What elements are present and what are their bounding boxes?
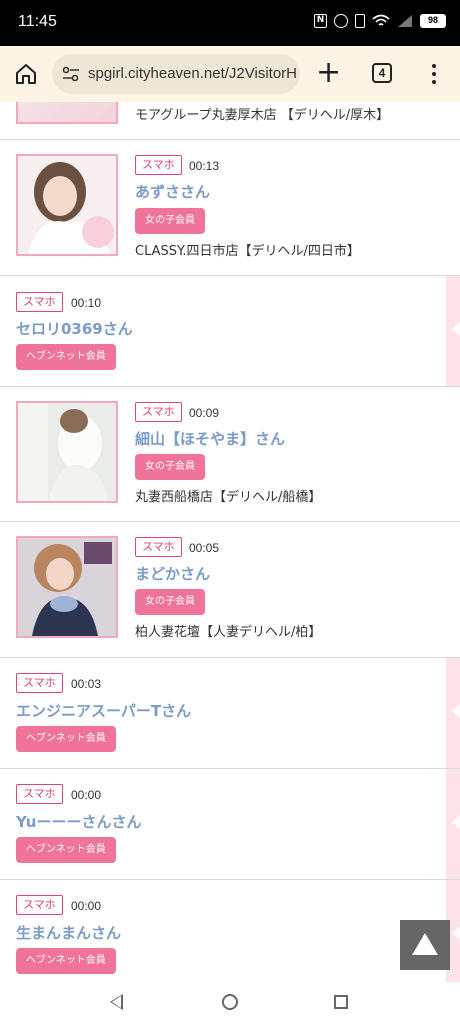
device-tag: スマホ — [135, 537, 182, 557]
shop-name[interactable]: CLASSY.四日市店【デリヘル/四日市】 — [135, 240, 360, 259]
arrow-up-icon — [412, 933, 438, 955]
device-tag: スマホ — [16, 673, 63, 693]
list-item[interactable]: スマホ 00:00 生まんまんさん ヘブンネット会員 — [0, 880, 460, 982]
recent-apps-icon[interactable] — [334, 995, 348, 1009]
member-badge: 女の子会員 — [135, 208, 205, 234]
alarm-icon — [334, 14, 348, 28]
member-badge: ヘブンネット会員 — [16, 948, 116, 974]
visitor-name[interactable]: 細山【ほそやま】さん — [135, 428, 285, 449]
vibrate-icon — [355, 14, 365, 28]
shop-name[interactable]: モアグループ丸妻厚木店 【デリヘル/厚木】 — [135, 104, 389, 123]
visitor-name[interactable]: 生まんまんさん — [16, 922, 121, 943]
more-vert-icon[interactable] — [424, 62, 444, 86]
list-item[interactable]: スマホ 00:00 Yuーーーさんさん ヘブンネット会員 — [0, 769, 460, 880]
list-item[interactable]: スマホ 00:13 あずささん 女の子会員 CLASSY.四日市店【デリヘル/四… — [0, 140, 460, 276]
shop-name[interactable]: 柏人妻花壇【人妻デリヘル/柏】 — [135, 621, 321, 640]
address-bar[interactable]: spgirl.cityheaven.net/J2VisitorH — [52, 54, 300, 94]
visit-time: 00:10 — [71, 296, 102, 310]
browser-toolbar: spgirl.cityheaven.net/J2VisitorH + 4 — [0, 46, 460, 102]
visitor-name[interactable]: あずささん — [135, 181, 210, 202]
member-badge: 女の子会員 — [135, 589, 205, 615]
thumbnail[interactable] — [16, 102, 118, 124]
visitor-name[interactable]: エンジニアスーパーTさん — [16, 700, 191, 721]
thumbnail[interactable] — [16, 401, 118, 503]
device-tag: スマホ — [16, 895, 63, 915]
device-tag: スマホ — [135, 402, 182, 422]
status-time: 11:45 — [18, 13, 57, 30]
url-text[interactable]: spgirl.cityheaven.net/J2VisitorH — [88, 65, 297, 82]
battery-icon: 98 — [420, 14, 446, 28]
list-item[interactable]: スマホ 00:10 セロリ0369さん ヘブンネット会員 — [0, 276, 460, 387]
scroll-top-button[interactable] — [400, 920, 450, 970]
visit-time: 00:13 — [189, 159, 220, 173]
member-badge: ヘブンネット会員 — [16, 344, 116, 370]
visitor-name[interactable]: Yuーーーさんさん — [16, 811, 141, 832]
wifi-icon — [372, 14, 390, 26]
list-item[interactable]: スマホ 00:03 エンジニアスーパーTさん ヘブンネット会員 — [0, 658, 460, 769]
thumbnail[interactable] — [16, 536, 118, 638]
visitor-name[interactable]: セロリ0369さん — [16, 318, 133, 339]
plus-icon[interactable]: + — [316, 58, 341, 88]
list-item[interactable]: モアグループ丸妻厚木店 【デリヘル/厚木】 — [0, 102, 460, 140]
device-tag: スマホ — [135, 155, 182, 175]
back-icon[interactable] — [110, 994, 123, 1010]
system-nav-bar — [0, 982, 460, 1024]
visitor-name[interactable]: まどかさん — [135, 563, 210, 584]
visit-time: 00:09 — [189, 406, 220, 420]
tune-icon[interactable] — [62, 66, 80, 82]
status-icons: N 98 — [314, 14, 446, 28]
shop-name[interactable]: 丸妻西船橋店【デリヘル/船橋】 — [135, 486, 321, 505]
visit-time: 00:05 — [189, 541, 220, 555]
member-badge: 女の子会員 — [135, 454, 205, 480]
home-icon[interactable] — [14, 62, 38, 86]
visitor-list: モアグループ丸妻厚木店 【デリヘル/厚木】 スマホ 00:13 あずささん 女の… — [0, 102, 460, 982]
nfc-icon: N — [314, 14, 327, 28]
visit-time: 00:00 — [71, 899, 102, 913]
member-badge: ヘブンネット会員 — [16, 837, 116, 863]
signal-icon — [398, 15, 412, 27]
visit-time: 00:00 — [71, 788, 102, 802]
device-tag: スマホ — [16, 784, 63, 804]
visit-time: 00:03 — [71, 677, 102, 691]
status-bar: 11:45 N 98 — [0, 0, 460, 46]
tab-switcher-icon[interactable]: 4 — [372, 63, 392, 83]
home-circle-icon[interactable] — [222, 994, 238, 1010]
device-tag: スマホ — [16, 292, 63, 312]
thumbnail[interactable] — [16, 154, 118, 256]
member-badge: ヘブンネット会員 — [16, 726, 116, 752]
list-item[interactable]: スマホ 00:05 まどかさん 女の子会員 柏人妻花壇【人妻デリヘル/柏】 — [0, 522, 460, 658]
list-item[interactable]: スマホ 00:09 細山【ほそやま】さん 女の子会員 丸妻西船橋店【デリヘル/船… — [0, 387, 460, 522]
